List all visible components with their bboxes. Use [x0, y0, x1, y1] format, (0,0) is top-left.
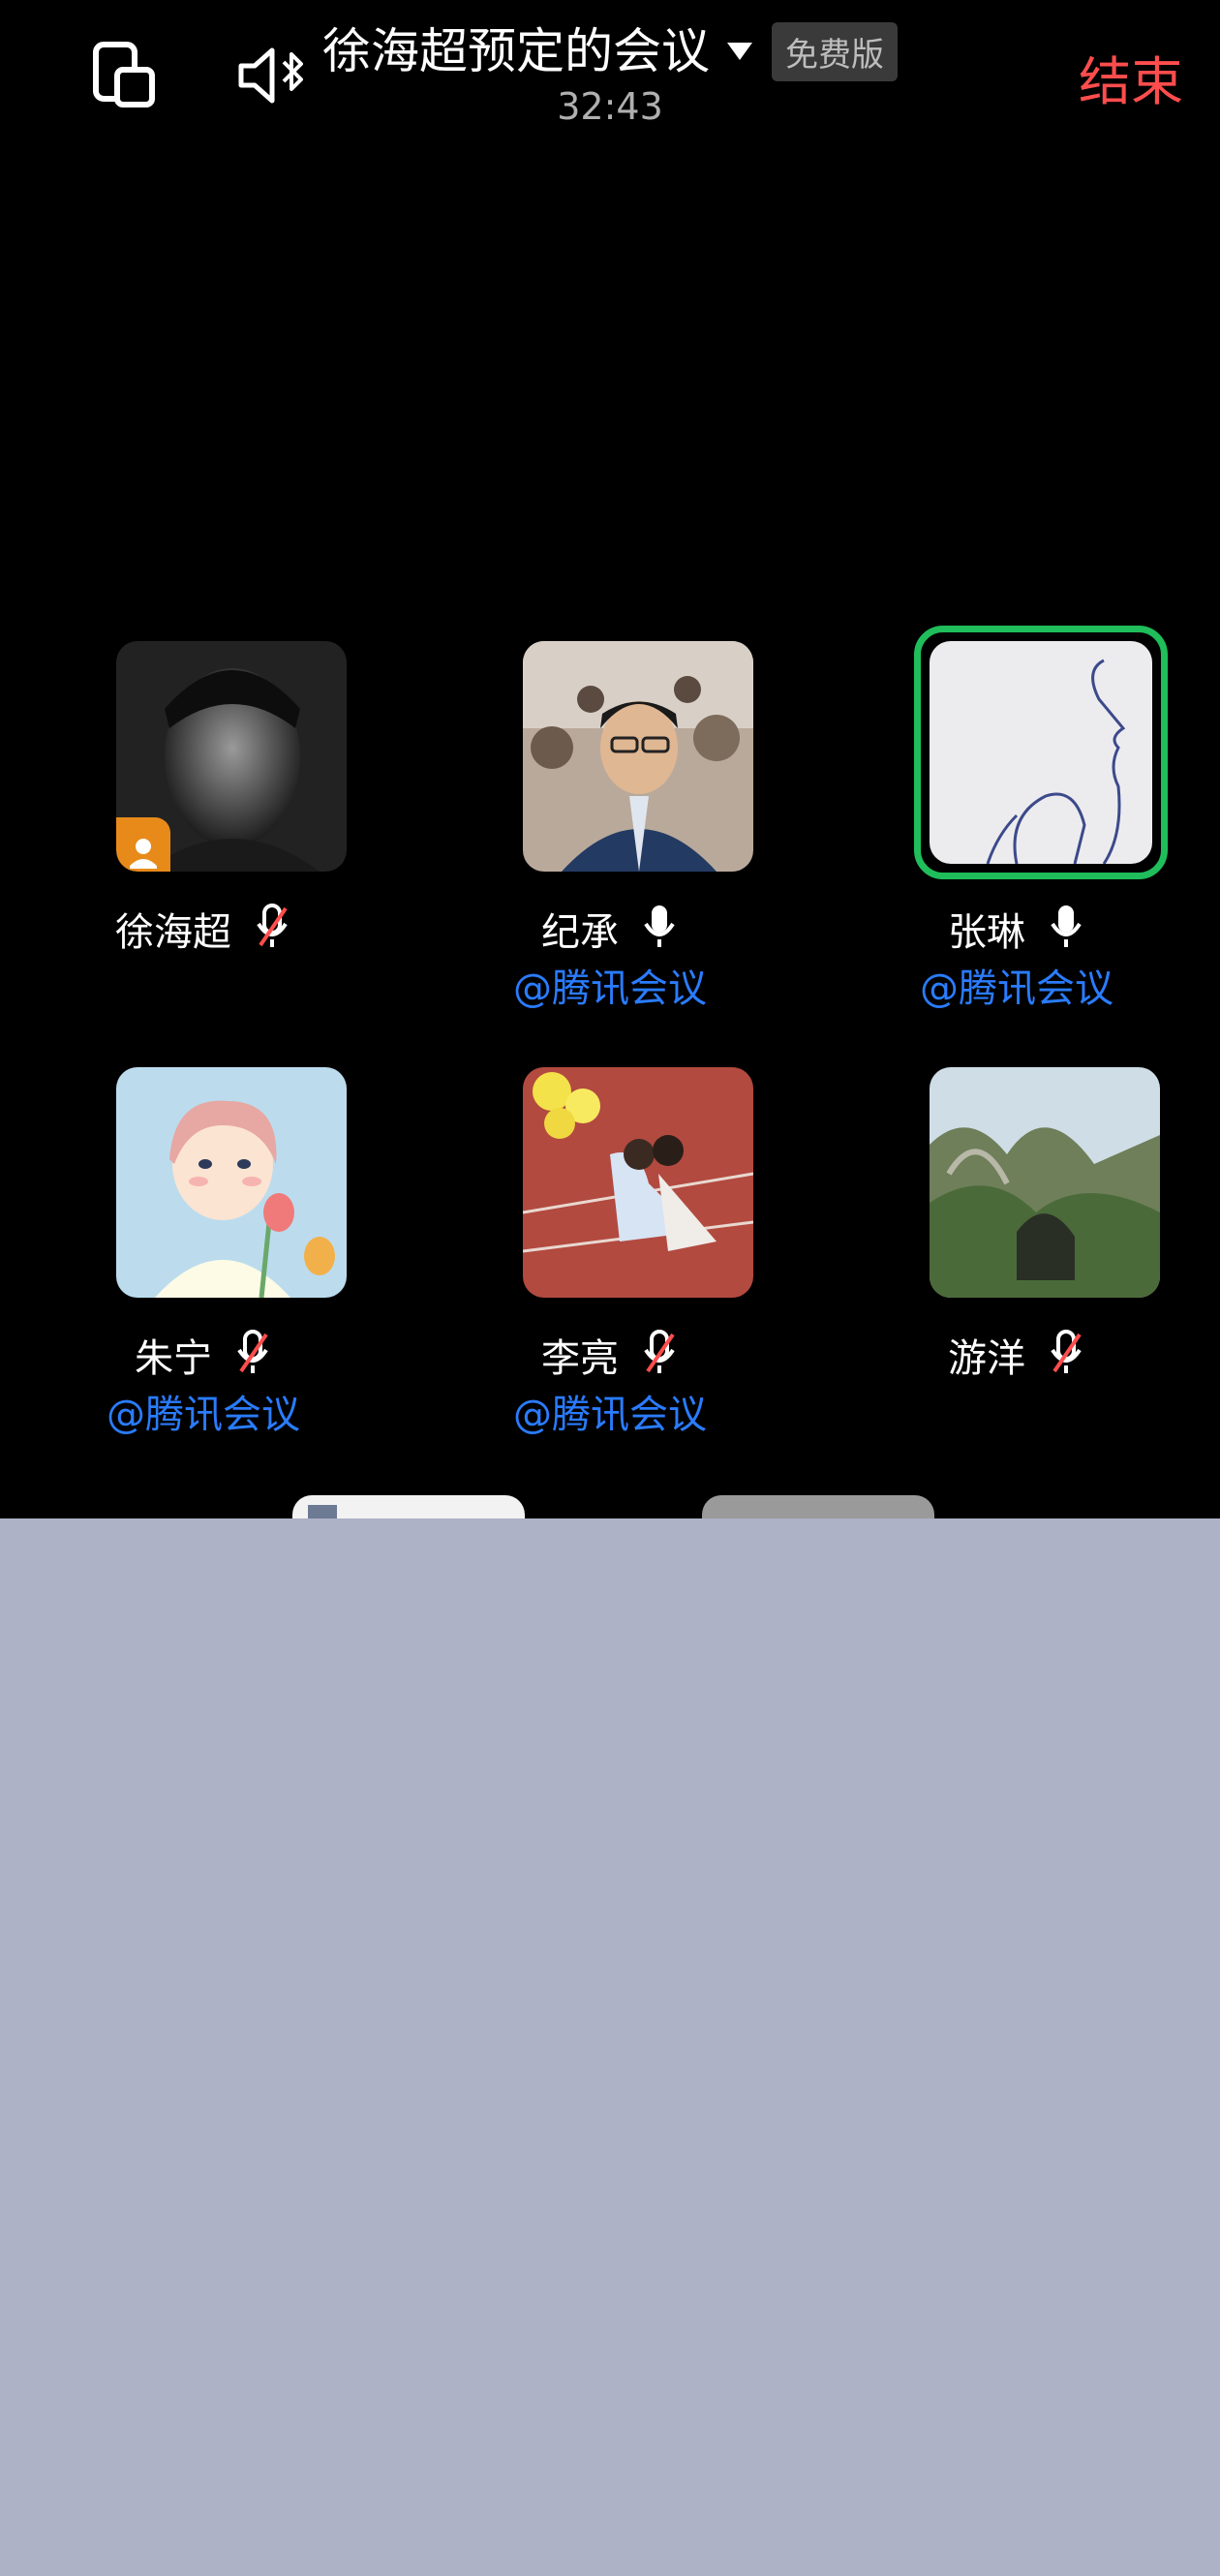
participant-name: 张琳: [948, 910, 1025, 955]
mic-icon: [1047, 903, 1085, 955]
participant-name: 游洋: [948, 1336, 1025, 1381]
meeting-title-dropdown[interactable]: 徐海超预定的会议 免费版: [322, 17, 898, 85]
participant-org: @腾讯会议: [920, 966, 1113, 1011]
avatar: [930, 641, 1152, 864]
top-bar: 徐海超预定的会议 免费版 32:43 结束: [0, 0, 1220, 145]
plan-badge: 免费版: [772, 21, 898, 81]
speaking-indicator: [914, 626, 1168, 879]
participant-name: 纪承: [541, 910, 619, 955]
bottom-overlay-panel: [0, 1518, 1220, 2576]
participant-org: @腾讯会议: [513, 1393, 707, 1437]
chevron-down-icon: [727, 43, 752, 60]
participant-name: 朱宁: [135, 1336, 212, 1381]
mic-muted-icon: [640, 1329, 679, 1381]
avatar: [930, 1067, 1160, 1298]
mic-muted-icon: [233, 1329, 272, 1381]
participant-org: @腾讯会议: [107, 1393, 300, 1437]
meeting-title: 徐海超预定的会议: [322, 23, 710, 79]
participant-name: 李亮: [541, 1336, 619, 1381]
participant-org: @腾讯会议: [513, 966, 707, 1011]
host-icon: [116, 817, 170, 872]
meeting-timer: 32:43: [557, 85, 663, 128]
mic-muted-icon: [253, 903, 291, 955]
participant-name: 徐海超: [115, 910, 231, 955]
mic-icon: [640, 903, 679, 955]
avatar: [523, 641, 753, 872]
avatar: [116, 641, 347, 872]
mic-muted-icon: [1047, 1329, 1085, 1381]
avatar: [116, 1067, 347, 1298]
avatar: [523, 1067, 753, 1298]
end-meeting-button[interactable]: 结束: [1079, 39, 1183, 115]
